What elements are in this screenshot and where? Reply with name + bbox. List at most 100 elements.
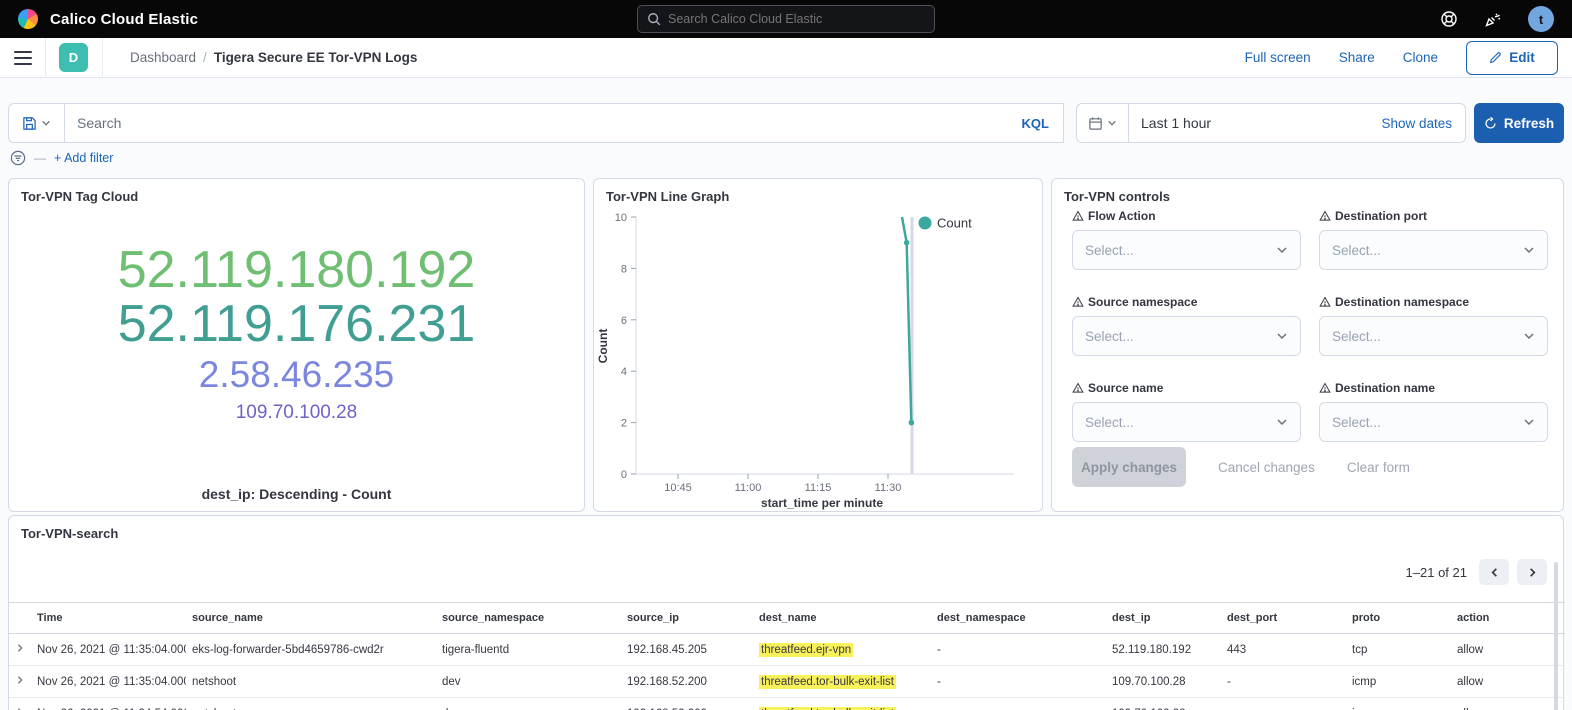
filter-bar: — + Add filter: [10, 150, 113, 166]
col-proto: proto: [1346, 603, 1451, 634]
tag-cloud-caption: dest_ip: Descending - Count: [9, 486, 584, 502]
col-source-ip: source_ip: [621, 603, 753, 634]
news-icon[interactable]: [1484, 10, 1502, 28]
cell-source-ip: 192.168.52.200: [621, 666, 753, 698]
panel-title: Tor-VPN controls: [1052, 179, 1563, 204]
chevron-down-icon: [1276, 244, 1288, 256]
tag-cloud-item[interactable]: 52.119.176.231: [118, 297, 476, 351]
field-destination-name: Destination name Select...: [1319, 381, 1548, 442]
y-tick: 0: [621, 469, 627, 481]
x-tick: 11:30: [875, 482, 902, 494]
flow-action-select[interactable]: Select...: [1072, 230, 1301, 270]
breadcrumb-dashboard[interactable]: Dashboard: [130, 50, 196, 65]
add-filter-button[interactable]: + Add filter: [54, 151, 113, 165]
chevron-down-icon: [1107, 118, 1117, 128]
date-picker: Last 1 hour Show dates: [1076, 103, 1466, 143]
pagination-range: 1–21 of 21: [1406, 565, 1467, 580]
menu-icon[interactable]: [14, 51, 32, 65]
calendar-icon: [1088, 116, 1103, 131]
share-button[interactable]: Share: [1339, 50, 1375, 65]
table-row: Nov 26, 2021 @ 11:34:54.000 netshoot dev…: [9, 698, 1565, 710]
clone-button[interactable]: Clone: [1403, 50, 1438, 65]
chevron-down-icon: [1523, 244, 1535, 256]
save-query-icon: [22, 116, 37, 131]
time-range-value[interactable]: Last 1 hour: [1129, 115, 1211, 131]
cell-dest-name: threatfeed.tor-bulk-exit-list: [753, 698, 931, 710]
cell-time: Nov 26, 2021 @ 11:35:04.000: [31, 634, 186, 666]
query-bar: KQL Last 1 hour Show dates Refresh: [8, 103, 1564, 143]
warning-triangle-icon: [1072, 296, 1084, 308]
tag-cloud-item[interactable]: 109.70.100.28: [236, 403, 358, 423]
cell-dest-ip: 109.70.100.28: [1106, 666, 1221, 698]
query-search-input[interactable]: [65, 115, 1008, 131]
global-search-input[interactable]: [668, 12, 925, 26]
avatar[interactable]: t: [1528, 6, 1554, 32]
tag-cloud-item[interactable]: 52.119.180.192: [118, 243, 476, 297]
col-dest-name: dest_name: [753, 603, 931, 634]
y-tick: 10: [615, 212, 627, 224]
tag-cloud-item[interactable]: 2.58.46.235: [199, 356, 394, 394]
legend-label[interactable]: Count: [937, 216, 972, 231]
row-expand-button[interactable]: [9, 634, 31, 666]
cell-action: allow: [1451, 698, 1565, 710]
cell-source-name: eks-log-forwarder-5bd4659786-cwd2r: [186, 634, 436, 666]
data-point: [909, 420, 915, 426]
search-icon: [647, 12, 661, 26]
divider: [45, 38, 46, 78]
clear-form-button[interactable]: Clear form: [1347, 460, 1410, 475]
line-graph-panel: Tor-VPN Line Graph 0 2 4 6 8 10 10:45 11…: [593, 178, 1043, 512]
help-icon[interactable]: [1440, 10, 1458, 28]
full-screen-button[interactable]: Full screen: [1245, 50, 1311, 65]
field-source-name: Source name Select...: [1072, 381, 1301, 442]
breadcrumb-current: Tigera Secure EE Tor-VPN Logs: [214, 50, 418, 65]
cell-source-ip: 192.168.52.200: [621, 698, 753, 710]
destination-port-select[interactable]: Select...: [1319, 230, 1548, 270]
row-expand-button[interactable]: [9, 666, 31, 698]
field-destination-namespace: Destination namespace Select...: [1319, 295, 1548, 356]
cell-dest-ip: 52.119.180.192: [1106, 634, 1221, 666]
global-search-box[interactable]: [637, 5, 935, 33]
pencil-icon: [1489, 51, 1502, 64]
row-expand-button[interactable]: [9, 698, 31, 710]
col-source-name: source_name: [186, 603, 436, 634]
cell-dest-name: threatfeed.ejr-vpn: [753, 634, 931, 666]
next-page-button[interactable]: [1517, 559, 1547, 585]
table-row: Nov 26, 2021 @ 11:35:04.000 eks-log-forw…: [9, 634, 1565, 666]
panel-title: Tor-VPN Tag Cloud: [9, 179, 584, 204]
kql-selector[interactable]: KQL: [1008, 116, 1063, 131]
controls-panel: Tor-VPN controls Flow Action Select... D…: [1051, 178, 1564, 512]
source-name-select[interactable]: Select...: [1072, 402, 1301, 442]
cell-dest-namespace: -: [931, 634, 1106, 666]
table-scrollbar[interactable]: [1554, 562, 1558, 710]
chevron-down-icon: [1523, 330, 1535, 342]
tag-cloud: 52.119.180.192 52.119.176.231 2.58.46.23…: [9, 243, 584, 422]
y-axis-label: Count: [596, 329, 610, 364]
edit-button[interactable]: Edit: [1466, 41, 1558, 75]
prev-page-button[interactable]: [1479, 559, 1509, 585]
count-series-line: [902, 217, 911, 423]
cell-dest-namespace: -: [931, 666, 1106, 698]
field-source-namespace: Source namespace Select...: [1072, 295, 1301, 356]
destination-namespace-select[interactable]: Select...: [1319, 316, 1548, 356]
breadcrumb: Dashboard / Tigera Secure EE Tor-VPN Log…: [130, 50, 417, 65]
warning-triangle-icon: [1319, 382, 1331, 394]
apply-changes-button[interactable]: Apply changes: [1072, 447, 1186, 487]
refresh-button[interactable]: Refresh: [1474, 103, 1564, 143]
warning-triangle-icon: [1072, 382, 1084, 394]
source-namespace-select[interactable]: Select...: [1072, 316, 1301, 356]
legend-swatch: [919, 217, 932, 230]
saved-query-menu-button[interactable]: [8, 103, 65, 143]
destination-name-select[interactable]: Select...: [1319, 402, 1548, 442]
col-dest-ip: dest_ip: [1106, 603, 1221, 634]
app-title: Calico Cloud Elastic: [50, 11, 198, 28]
refresh-icon: [1484, 117, 1497, 130]
cancel-changes-button[interactable]: Cancel changes: [1218, 460, 1315, 475]
search-table-panel: Tor-VPN-search 1–21 of 21 Time source_na…: [8, 515, 1564, 710]
pagination: 1–21 of 21: [1406, 559, 1547, 585]
cell-dest-ip: 109.70.100.28: [1106, 698, 1221, 710]
cell-source-namespace: dev: [436, 698, 621, 710]
filter-icon[interactable]: [10, 150, 26, 166]
show-dates-button[interactable]: Show dates: [1381, 116, 1465, 131]
date-picker-menu-button[interactable]: [1077, 104, 1129, 142]
cell-source-name: netshoot: [186, 666, 436, 698]
